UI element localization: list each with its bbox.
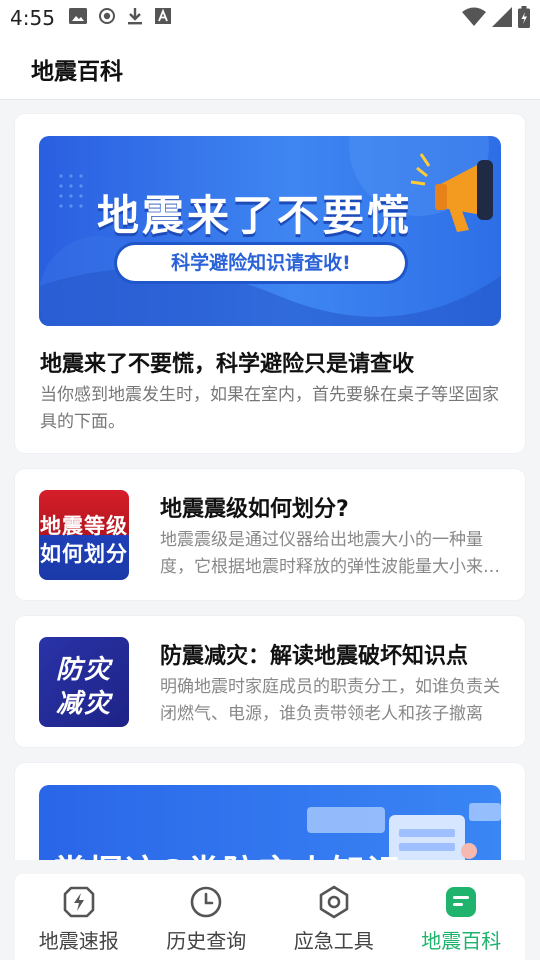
article-card-partial[interactable]: 掌握这8类防灾小知识 xyxy=(15,763,525,860)
clock-icon xyxy=(190,886,222,918)
status-bar: 4:55 xyxy=(0,0,540,36)
article-list[interactable]: 地震来了不要慌 科学避险知识请查收! 地震来了不要慌，科学避险只是请查收 当你感… xyxy=(0,99,540,860)
featured-article-description: 当你感到地震发生时，如果在室内，首先要躲在桌子等坚固家具的下面。 xyxy=(40,385,499,432)
lightning-icon xyxy=(63,886,95,918)
toolbox-icon xyxy=(319,885,349,919)
tab-history-query[interactable]: 历史查询 xyxy=(143,874,271,960)
article-thumbnail: 地震等级 如何划分 xyxy=(39,490,129,580)
tab-earthquake-news[interactable]: 地震速报 xyxy=(15,874,143,960)
banner-subtitle: 科学避险知识请查收! xyxy=(117,245,405,281)
article-description: 地震震级是通过仪器给出地震大小的一种量度，它根据地震时释放的弹性波能量大小来确定 xyxy=(160,530,500,577)
thumbnail-text-line1: 地震等级 xyxy=(40,514,128,538)
article-description: 明确地震时家庭成员的职责分工，如谁负责关闭燃气、电源，谁负责带领老人和孩子撤离 xyxy=(160,677,500,724)
tab-encyclopedia[interactable]: 地震百科 xyxy=(398,874,526,960)
article-card-disaster-reduction[interactable]: 防灾 减灾 防震减灾：解读地震破坏知识点 明确地震时家庭成员的职责分工，如谁负责… xyxy=(15,616,525,747)
app-bar: 地震百科 xyxy=(0,36,540,99)
bottom-tab-bar: 地震速报 历史查询 应急工具 地震百科 xyxy=(15,874,525,960)
signal-icon xyxy=(492,7,512,31)
record-icon xyxy=(98,8,115,28)
download-icon xyxy=(127,7,143,29)
featured-article-title: 地震来了不要慌，科学避险只是请查收 xyxy=(40,352,415,377)
tab-label: 历史查询 xyxy=(166,929,247,953)
page-title: 地震百科 xyxy=(31,59,123,85)
image-icon xyxy=(68,8,87,28)
article-thumbnail: 防灾 减灾 xyxy=(39,637,129,727)
article-banner-image: 掌握这8类防灾小知识 xyxy=(39,785,501,860)
tab-label: 应急工具 xyxy=(293,929,374,953)
thumbnail-text-line2: 减灾 xyxy=(55,689,112,719)
article-title: 地震震级如何划分? xyxy=(160,497,349,522)
status-time: 4:55 xyxy=(10,6,55,30)
battery-icon xyxy=(518,6,530,32)
article-card-magnitude[interactable]: 地震等级 如何划分 地震震级如何划分? 地震震级是通过仪器给出地震大小的一种量度… xyxy=(15,469,525,600)
thumbnail-text-line2: 如何划分 xyxy=(40,542,128,566)
tab-emergency-tools[interactable]: 应急工具 xyxy=(270,874,398,960)
encyclopedia-icon xyxy=(446,887,477,917)
featured-banner-image: 地震来了不要慌 科学避险知识请查收! xyxy=(39,136,501,326)
a-box-icon xyxy=(154,8,171,28)
article-title: 防震减灾：解读地震破坏知识点 xyxy=(160,644,469,669)
tab-label: 地震速报 xyxy=(38,929,119,953)
article-banner-text: 掌握这8类防灾小知识 xyxy=(53,845,403,860)
wifi-icon xyxy=(462,7,486,31)
featured-article-card[interactable]: 地震来了不要慌 科学避险知识请查收! 地震来了不要慌，科学避险只是请查收 当你感… xyxy=(15,114,525,453)
tab-label: 地震百科 xyxy=(421,929,502,953)
banner-headline: 地震来了不要慌 xyxy=(97,191,413,240)
thumbnail-text-line1: 防灾 xyxy=(55,655,112,685)
